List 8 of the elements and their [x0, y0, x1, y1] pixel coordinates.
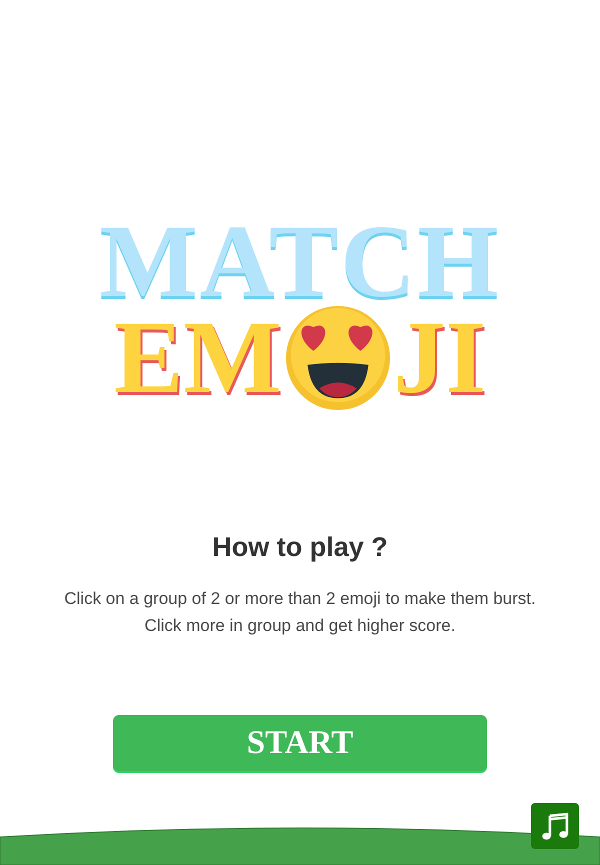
start-button[interactable]: START [113, 715, 487, 771]
heart-eyes-emoji-icon [284, 304, 392, 412]
music-button[interactable] [531, 803, 579, 849]
logo-title: MATCH [100, 214, 500, 310]
instructions-text: Click on a group of 2 or more than 2 emoji to make them burst. Click more in group and get higher score. [63, 588, 537, 637]
logo-title: JI [394, 308, 486, 408]
logo-title: EM [114, 308, 282, 408]
heading: How to play ? [212, 532, 388, 563]
